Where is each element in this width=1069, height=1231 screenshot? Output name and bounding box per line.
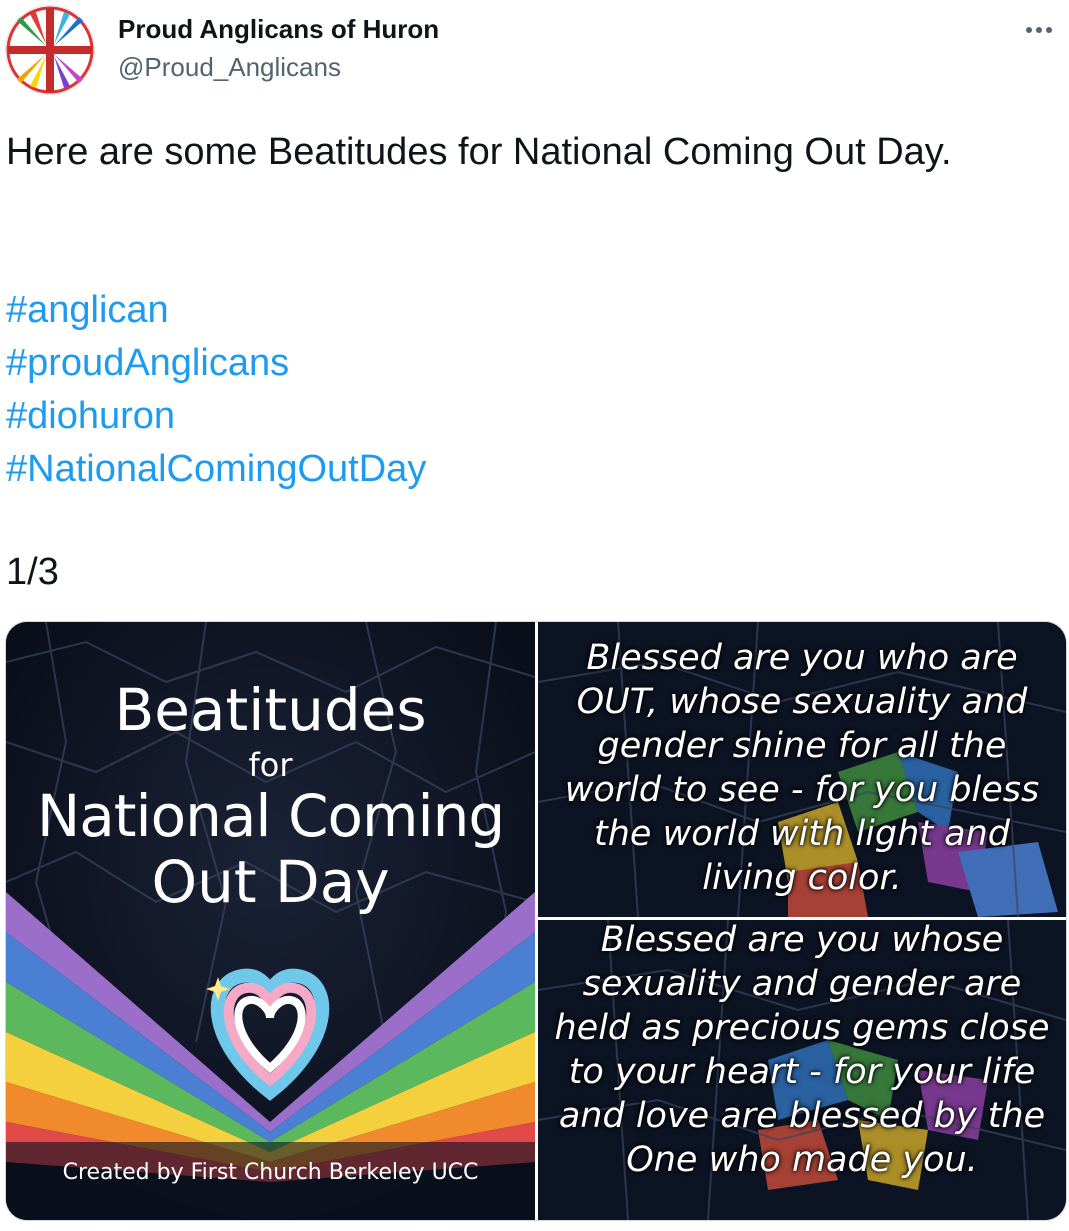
image-title-line: Out Day bbox=[151, 848, 390, 916]
media-grid: Beatitudes for National Coming Out Day C… bbox=[5, 621, 1067, 1221]
author-display-name[interactable]: Proud Anglicans of Huron bbox=[118, 14, 439, 45]
image-title-line: for bbox=[248, 746, 293, 784]
thread-counter: 1/3 bbox=[6, 551, 59, 593]
image-credit: Created by First Church Berkeley UCC bbox=[62, 1160, 479, 1185]
media-image-title-card[interactable]: Beatitudes for National Coming Out Day C… bbox=[6, 622, 535, 1220]
blessing-text: Blessed are you whose sexuality and gend… bbox=[554, 920, 1050, 1180]
image-title-line: National Coming bbox=[36, 782, 505, 850]
hashtag-link[interactable]: #diohuron bbox=[6, 390, 426, 443]
hashtag-link[interactable]: #anglican bbox=[6, 284, 426, 337]
rainbow-compass-rose-logo-icon bbox=[6, 6, 94, 94]
hashtag-link[interactable]: #NationalComingOutDay bbox=[6, 443, 426, 496]
hashtag-link[interactable]: #proudAnglicans bbox=[6, 337, 426, 390]
more-horizontal-icon bbox=[1026, 27, 1052, 33]
image-title-line: Beatitudes bbox=[114, 676, 427, 744]
media-image-blessing-1[interactable]: Blessed are you who are OUT, whose sexua… bbox=[538, 622, 1066, 917]
author-avatar[interactable] bbox=[6, 6, 94, 94]
tweet-text-line: Here are some Beatitudes for National Co… bbox=[6, 131, 952, 173]
blessing-text: Blessed are you who are OUT, whose sexua… bbox=[564, 638, 1040, 898]
tweet-text: Here are some Beatitudes for National Co… bbox=[6, 126, 1046, 178]
more-options-button[interactable] bbox=[1019, 12, 1059, 48]
hashtag-list: #anglican #proudAnglicans #diohuron #Nat… bbox=[6, 284, 426, 496]
author-handle[interactable]: @Proud_Anglicans bbox=[118, 52, 341, 83]
media-image-blessing-2[interactable]: Blessed are you whose sexuality and gend… bbox=[538, 920, 1066, 1220]
